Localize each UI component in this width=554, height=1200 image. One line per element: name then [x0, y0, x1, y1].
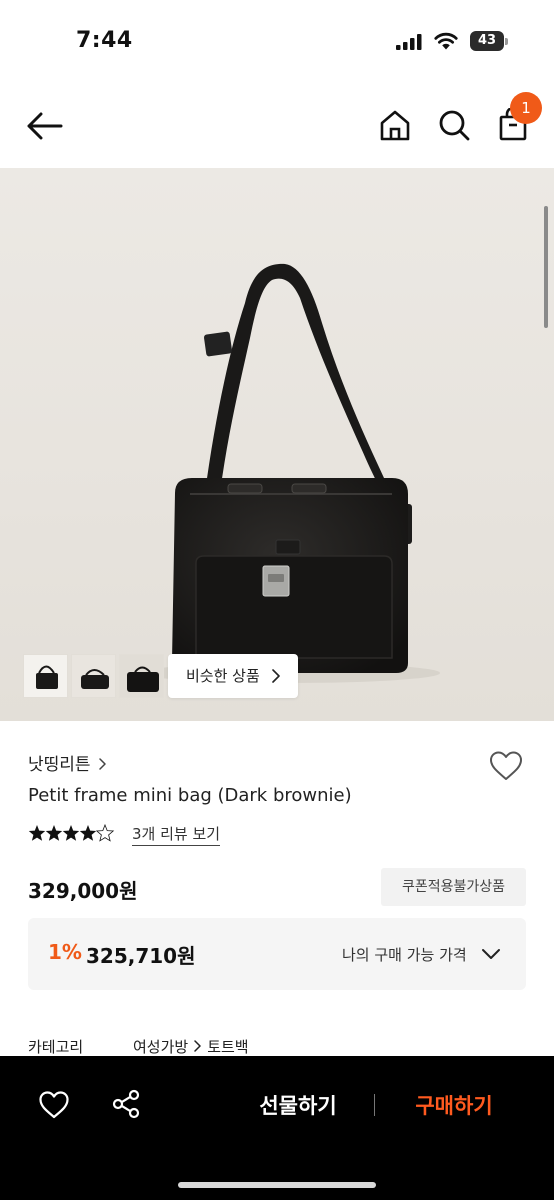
share-icon[interactable] — [110, 1088, 142, 1120]
category-level1[interactable]: 여성가방 — [133, 1038, 188, 1056]
thumbnail-2[interactable] — [71, 654, 116, 698]
thumbnail-3[interactable] — [119, 654, 164, 698]
brand-name: 낫띵리튼 — [28, 755, 91, 775]
gift-button[interactable]: 선물하기 — [224, 1086, 372, 1126]
review-link[interactable]: 3개 리뷰 보기 — [132, 823, 221, 846]
bottom-action-bar: 선물하기 구매하기 — [0, 1056, 554, 1200]
wishlist-heart-icon[interactable] — [488, 750, 524, 782]
coupon-status-badge: 쿠폰적용불가상품 — [381, 868, 526, 906]
battery-indicator: 43 — [470, 31, 508, 51]
similar-products-label: 비슷한 상품 — [186, 667, 260, 685]
status-bar: 7:44 43 — [0, 0, 554, 84]
rating-stars — [28, 824, 114, 842]
chevron-right-icon — [272, 669, 280, 683]
top-nav: 1 — [0, 84, 554, 168]
my-price-box[interactable]: 1% 325,710원 나의 구매 가능 가격 — [28, 918, 526, 990]
chevron-right-icon — [98, 758, 106, 770]
cart-count-badge: 1 — [510, 92, 542, 124]
home-indicator — [178, 1182, 376, 1188]
product-photo — [140, 263, 440, 683]
category-breadcrumb[interactable]: 여성가방 토트백 — [133, 1036, 249, 1057]
product-price: 329,000원 — [28, 879, 138, 903]
discount-price: 325,710원 — [86, 944, 196, 968]
product-image-gallery[interactable]: 비슷한 상품 — [0, 168, 554, 721]
similar-products-button[interactable]: 비슷한 상품 — [168, 654, 298, 698]
buy-button[interactable]: 구매하기 — [380, 1086, 528, 1126]
heart-icon[interactable] — [38, 1090, 70, 1120]
status-time: 7:44 — [76, 28, 133, 53]
chevron-right-icon — [194, 1040, 201, 1052]
discount-percent: 1% — [48, 940, 82, 964]
category-label: 카테고리 — [28, 1038, 84, 1056]
image-scroll-indicator — [544, 206, 548, 328]
chevron-down-icon — [482, 949, 500, 959]
cellular-signal-icon — [396, 34, 422, 50]
thumbnail-1[interactable] — [23, 654, 68, 698]
wifi-icon — [434, 32, 458, 50]
search-icon[interactable] — [437, 108, 471, 142]
category-level2[interactable]: 토트백 — [207, 1038, 248, 1056]
back-arrow-icon[interactable] — [26, 110, 64, 142]
action-divider — [374, 1094, 375, 1116]
battery-level: 43 — [477, 33, 497, 48]
my-price-label: 나의 구매 가능 가격 — [342, 946, 467, 964]
brand-link[interactable]: 낫띵리튼 — [28, 750, 107, 775]
product-name: Petit frame mini bag (Dark brownie) — [28, 785, 352, 806]
home-icon[interactable] — [378, 108, 412, 142]
